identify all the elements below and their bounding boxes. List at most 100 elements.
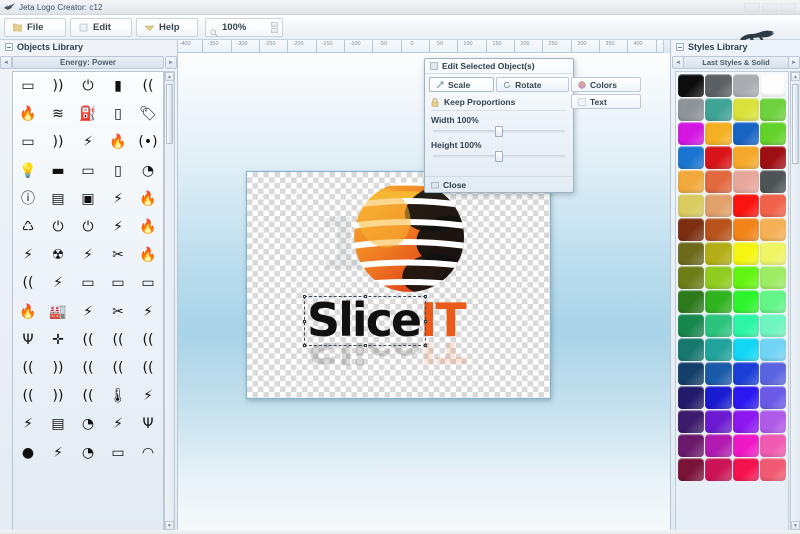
color-swatch[interactable] xyxy=(732,146,759,169)
tab-scale[interactable]: Scale xyxy=(429,77,495,92)
object-icon-20[interactable]: ⓘ xyxy=(13,185,43,213)
object-icon-60[interactable]: ⚡ xyxy=(13,410,43,438)
object-icon-65[interactable]: ● xyxy=(13,438,43,466)
selection-handle-w[interactable] xyxy=(303,320,306,323)
selection-handle-n[interactable] xyxy=(364,295,367,298)
objects-category-prev-button[interactable]: ◄ xyxy=(0,56,12,69)
color-swatch[interactable] xyxy=(759,290,786,313)
button-text[interactable]: Text xyxy=(571,94,641,109)
color-swatch[interactable] xyxy=(705,458,732,481)
color-swatch[interactable] xyxy=(678,338,705,361)
objects-category-next-button[interactable]: ► xyxy=(165,56,177,69)
object-icon-12[interactable]: ⚡ xyxy=(73,128,103,156)
object-icon-31[interactable]: ☢ xyxy=(43,241,73,269)
color-swatch[interactable] xyxy=(705,74,732,97)
height-slider-thumb[interactable] xyxy=(495,151,503,162)
color-swatch[interactable] xyxy=(732,458,759,481)
object-icon-51[interactable]: )) xyxy=(43,354,73,382)
globe-graphic[interactable] xyxy=(350,178,468,296)
close-window-button[interactable] xyxy=(780,2,796,12)
width-slider-thumb[interactable] xyxy=(495,126,503,137)
object-icon-56[interactable]: )) xyxy=(43,382,73,410)
color-swatch[interactable] xyxy=(732,242,759,265)
object-icon-24[interactable]: 🔥 xyxy=(133,185,163,213)
edit-selected-objects-dialog[interactable]: Edit Selected Object(s) Scale Rotate Col… xyxy=(424,58,641,193)
object-icon-27[interactable]: ⏻ xyxy=(73,213,103,241)
object-icon-32[interactable]: ⚡ xyxy=(73,241,103,269)
object-icon-50[interactable]: (( xyxy=(13,354,43,382)
scroll-up-icon[interactable]: ▲ xyxy=(165,72,174,81)
color-swatch[interactable] xyxy=(678,218,705,241)
color-swatch[interactable] xyxy=(678,122,705,145)
object-icon-6[interactable]: ≋ xyxy=(43,100,73,128)
object-icon-48[interactable]: (( xyxy=(103,326,133,354)
color-swatch[interactable] xyxy=(705,290,732,313)
color-swatch[interactable] xyxy=(732,194,759,217)
selection-marquee[interactable] xyxy=(303,295,427,347)
object-icon-33[interactable]: ✂ xyxy=(103,241,133,269)
object-icon-52[interactable]: (( xyxy=(73,354,103,382)
color-swatch[interactable] xyxy=(732,74,759,97)
object-icon-63[interactable]: ⚡ xyxy=(103,410,133,438)
object-icon-61[interactable]: ▤ xyxy=(43,410,73,438)
color-swatch[interactable] xyxy=(732,170,759,193)
color-swatch[interactable] xyxy=(759,74,786,97)
object-icon-38[interactable]: ▭ xyxy=(103,269,133,297)
object-icon-7[interactable]: ⛽ xyxy=(73,100,103,128)
color-swatch[interactable] xyxy=(705,266,732,289)
color-swatch[interactable] xyxy=(705,362,732,385)
styles-scroll-thumb[interactable] xyxy=(792,84,799,164)
object-icon-25[interactable]: ♺ xyxy=(13,213,43,241)
object-icon-41[interactable]: 🏭 xyxy=(43,298,73,326)
object-icon-36[interactable]: ⚡ xyxy=(43,269,73,297)
tab-rotate[interactable]: Rotate xyxy=(496,77,569,92)
color-swatch[interactable] xyxy=(759,410,786,433)
color-swatch[interactable] xyxy=(732,338,759,361)
menu-help-button[interactable]: Help xyxy=(136,18,198,37)
object-icon-34[interactable]: 🔥 xyxy=(133,241,163,269)
object-icon-28[interactable]: ⚡ xyxy=(103,213,133,241)
color-swatch[interactable] xyxy=(705,170,732,193)
color-swatch[interactable] xyxy=(759,434,786,457)
color-swatch-grid[interactable] xyxy=(675,71,789,531)
color-swatch[interactable] xyxy=(732,386,759,409)
selection-handle-ne[interactable] xyxy=(424,295,427,298)
object-icon-46[interactable]: ✛ xyxy=(43,326,73,354)
color-swatch[interactable] xyxy=(678,98,705,121)
object-icon-14[interactable]: (•) xyxy=(133,128,163,156)
objects-scrollbar[interactable]: ▲ ▼ xyxy=(164,71,175,531)
color-swatch[interactable] xyxy=(732,122,759,145)
zoom-stepper[interactable] xyxy=(271,22,278,33)
color-swatch[interactable] xyxy=(732,434,759,457)
keep-proportions-row[interactable]: Keep Proportions xyxy=(431,97,569,107)
color-swatch[interactable] xyxy=(759,218,786,241)
menu-edit-button[interactable]: Edit xyxy=(70,18,132,37)
object-icon-30[interactable]: ⚡ xyxy=(13,241,43,269)
object-icon-17[interactable]: ▭ xyxy=(73,157,103,185)
color-swatch[interactable] xyxy=(759,314,786,337)
color-swatch[interactable] xyxy=(678,410,705,433)
color-swatch[interactable] xyxy=(759,122,786,145)
object-icon-35[interactable]: (( xyxy=(13,269,43,297)
object-icon-9[interactable]: 🏷 xyxy=(133,100,163,128)
zoom-down-icon[interactable] xyxy=(271,28,278,33)
object-icon-23[interactable]: ⚡ xyxy=(103,185,133,213)
window-controls[interactable] xyxy=(742,2,800,12)
collapse-icon[interactable] xyxy=(676,43,684,51)
object-icon-19[interactable]: ◔ xyxy=(133,157,163,185)
color-swatch[interactable] xyxy=(678,170,705,193)
selection-handle-nw[interactable] xyxy=(303,295,306,298)
object-icon-4[interactable]: (( xyxy=(133,72,163,100)
object-icon-15[interactable]: 💡 xyxy=(13,157,43,185)
color-swatch[interactable] xyxy=(732,266,759,289)
color-swatch[interactable] xyxy=(759,362,786,385)
object-icon-21[interactable]: ▤ xyxy=(43,185,73,213)
color-swatch[interactable] xyxy=(759,170,786,193)
zoom-up-icon[interactable] xyxy=(271,22,278,27)
dialog-close-row[interactable]: Close xyxy=(425,176,573,192)
objects-scroll-thumb[interactable] xyxy=(166,84,173,144)
color-swatch[interactable] xyxy=(705,218,732,241)
objects-category-label[interactable]: Energy: Power xyxy=(12,56,164,69)
color-swatch[interactable] xyxy=(705,122,732,145)
color-swatch[interactable] xyxy=(678,314,705,337)
